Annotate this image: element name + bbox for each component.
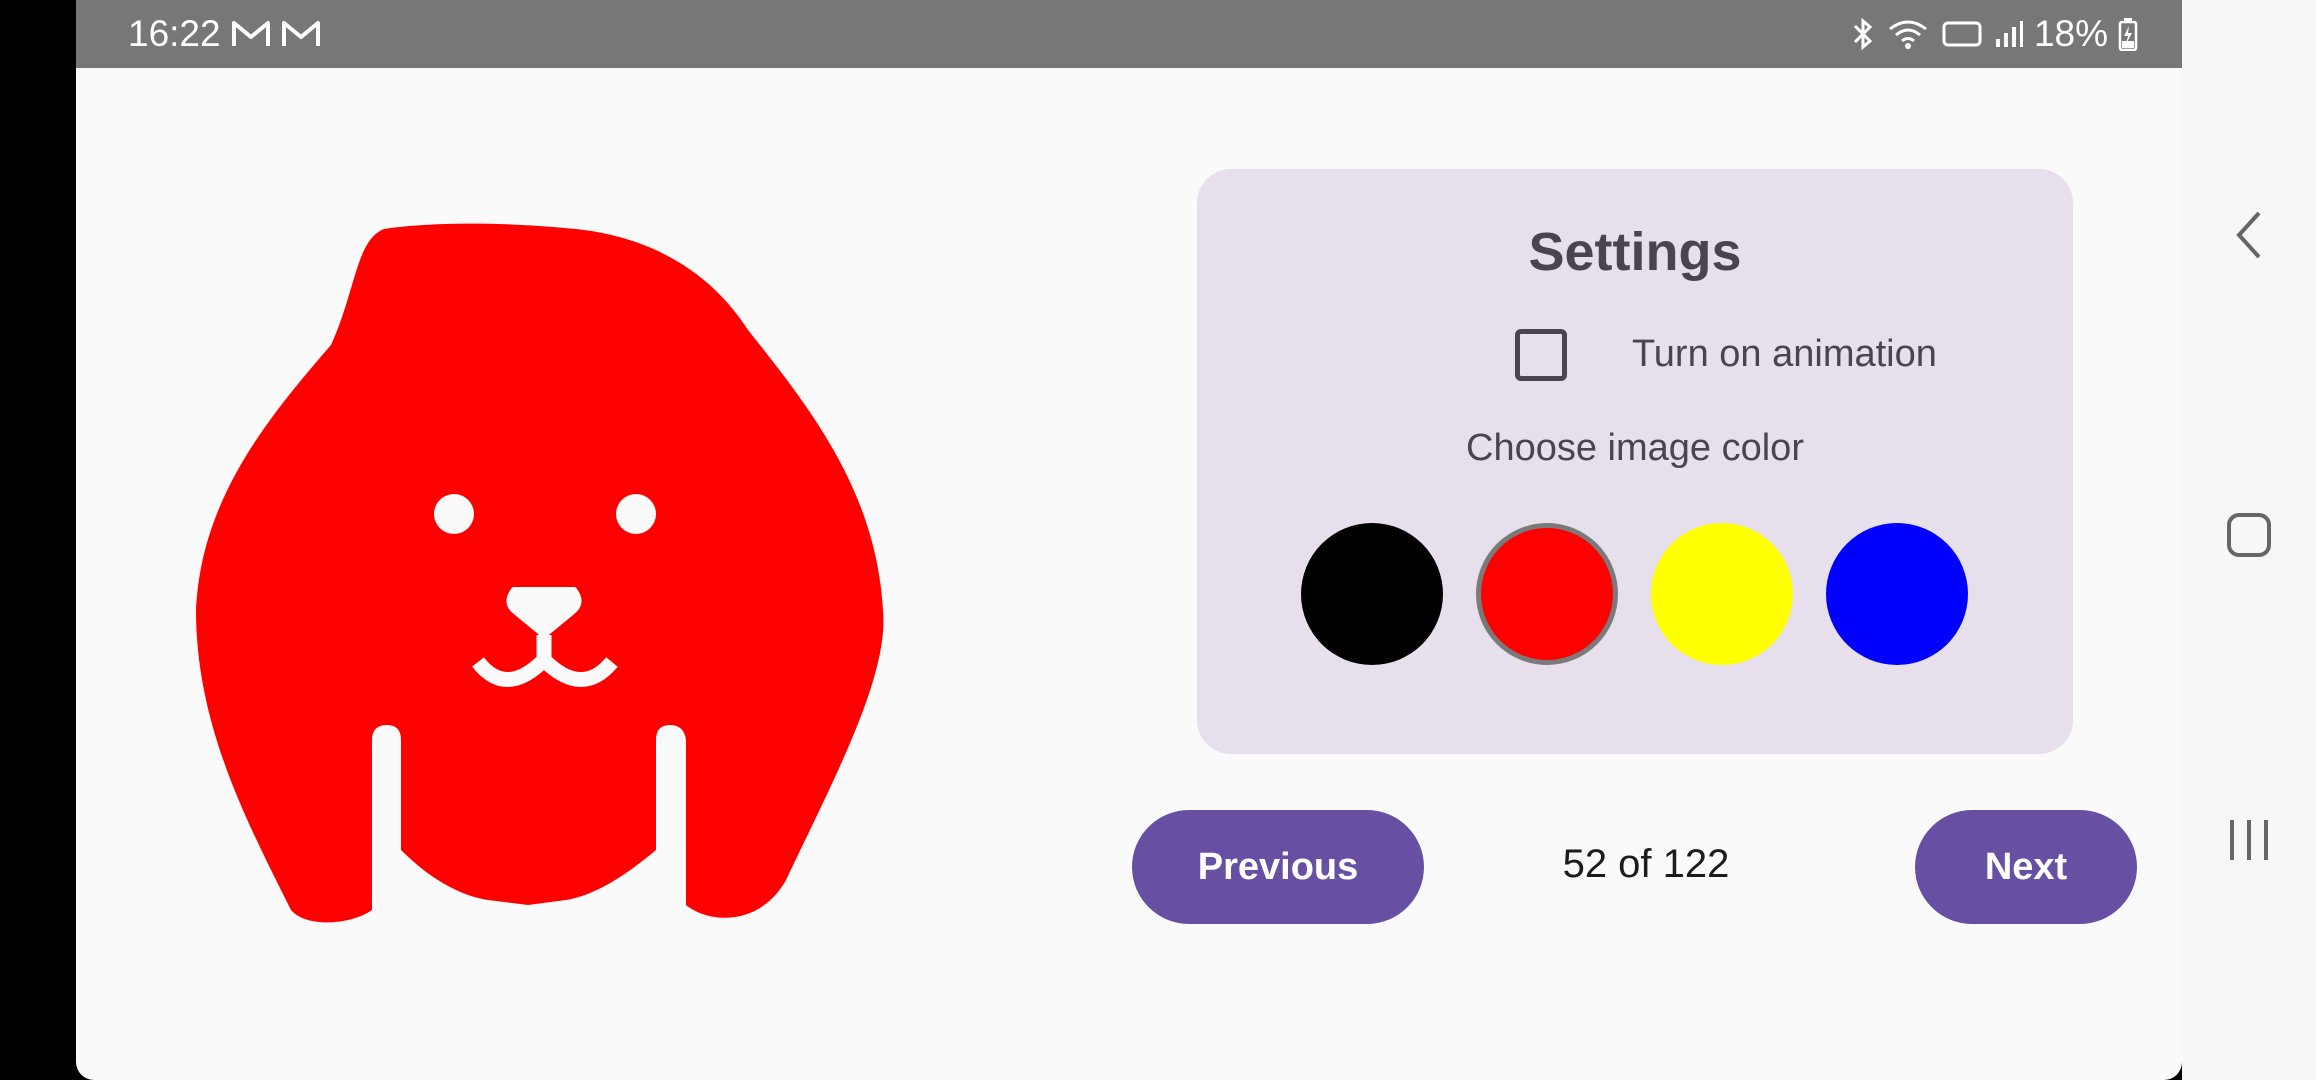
- recents-icon[interactable]: [2182, 810, 2316, 870]
- color-swatch-blue[interactable]: [1826, 523, 1968, 665]
- previous-button[interactable]: Previous: [1132, 810, 1424, 924]
- battery-charging-icon: [2118, 17, 2138, 51]
- gmail-icon: [281, 19, 321, 49]
- settings-title: Settings: [1528, 222, 1742, 282]
- dog-face-shape: [196, 223, 884, 923]
- back-icon[interactable]: [2182, 200, 2316, 270]
- status-time: 16:22: [128, 13, 221, 54]
- navigation-bar: [2182, 0, 2316, 1080]
- volte-icon: [1940, 17, 1984, 51]
- wifi-icon: [1886, 17, 1930, 51]
- next-button[interactable]: Next: [1915, 810, 2137, 924]
- left-eye: [434, 494, 474, 534]
- animation-label: Turn on animation: [1632, 333, 1937, 375]
- app-screen: 16:22 18% Settings Turn on animation Cho…: [76, 0, 2182, 1080]
- color-swatch-yellow[interactable]: [1651, 523, 1793, 665]
- dog-face-icon: [196, 223, 884, 923]
- page-counter: 52 of 122: [1562, 842, 1730, 886]
- right-eye: [616, 494, 656, 534]
- status-bar: 16:22 18%: [76, 0, 2182, 68]
- color-label: Choose image color: [1466, 427, 1804, 469]
- signal-icon: [1994, 19, 2024, 49]
- battery-percent: 18%: [2033, 13, 2108, 54]
- left-bezel: [0, 0, 76, 1080]
- home-icon[interactable]: [2182, 505, 2316, 565]
- gmail-icon: [231, 19, 271, 49]
- color-swatch-black[interactable]: [1301, 523, 1443, 665]
- animation-checkbox[interactable]: [1515, 329, 1567, 381]
- color-swatch-red[interactable]: [1476, 523, 1618, 665]
- settings-card: Settings Turn on animation Choose image …: [1197, 169, 2073, 754]
- bluetooth-icon: [1850, 17, 1876, 51]
